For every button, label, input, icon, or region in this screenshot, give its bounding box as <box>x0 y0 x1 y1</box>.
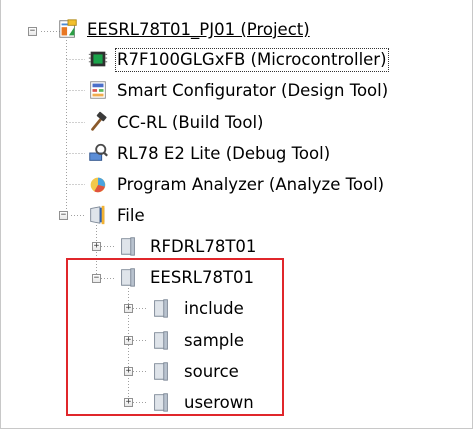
project-label[interactable]: EESRL78T01_PJ01 (Project) <box>85 18 312 42</box>
expand-expander[interactable]: + <box>124 398 133 407</box>
debug-tool-label[interactable]: RL78 E2 Lite (Debug Tool) <box>115 142 332 166</box>
folder-label[interactable]: EESRL78T01 <box>148 266 256 290</box>
folder-icon <box>154 362 168 381</box>
microcontroller-icon <box>88 51 108 67</box>
build-tool-label[interactable]: CC-RL (Build Tool) <box>115 111 266 135</box>
smart-configurator-icon <box>90 81 106 99</box>
folder-label[interactable]: RFDRL78T01 <box>148 235 258 259</box>
smart-configurator-label[interactable]: Smart Configurator (Design Tool) <box>115 79 390 103</box>
hammer-icon <box>91 111 107 131</box>
file-label[interactable]: File <box>115 204 147 228</box>
folder-icon <box>154 393 168 412</box>
expand-expander[interactable]: + <box>92 242 101 251</box>
folder-label[interactable]: userown <box>182 391 256 415</box>
file-folder-icon <box>90 205 105 225</box>
expand-expander[interactable]: + <box>124 336 133 345</box>
collapse-expander[interactable]: − <box>28 27 37 36</box>
debug-tool-icon <box>89 143 108 161</box>
expand-expander[interactable]: + <box>124 367 133 376</box>
folder-label[interactable]: source <box>182 360 241 384</box>
analyze-tool-label[interactable]: Program Analyzer (Analyze Tool) <box>115 173 386 197</box>
folder-icon <box>154 331 168 350</box>
folder-icon <box>121 268 135 287</box>
project-icon <box>59 19 77 38</box>
project-tree-panel: − EESRL78T01_PJ01 (Project) R7F100GLGxFB… <box>0 0 473 429</box>
microcontroller-label[interactable]: R7F100GLGxFB (Microcontroller) <box>115 48 389 72</box>
expand-expander[interactable]: + <box>124 304 133 313</box>
collapse-expander[interactable]: − <box>59 211 68 220</box>
folder-label[interactable]: include <box>182 297 246 321</box>
folder-icon <box>121 237 135 256</box>
analyzer-icon <box>90 177 106 193</box>
folder-label[interactable]: sample <box>182 329 246 353</box>
folder-icon <box>154 299 168 318</box>
collapse-expander[interactable]: − <box>92 274 101 283</box>
